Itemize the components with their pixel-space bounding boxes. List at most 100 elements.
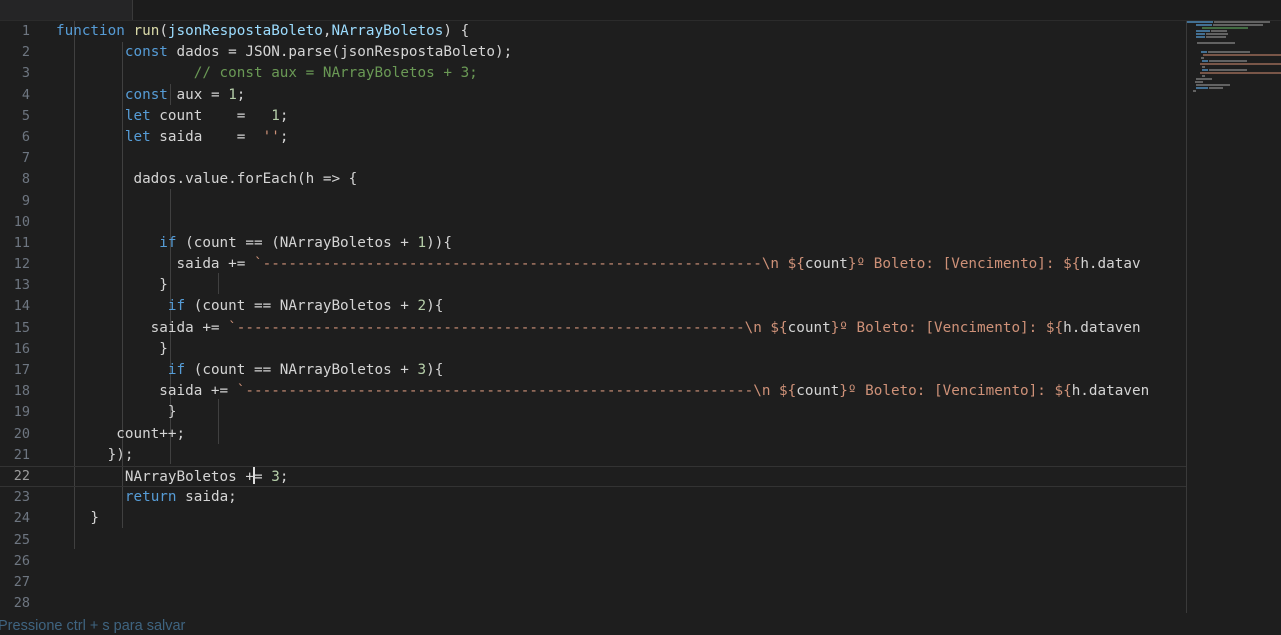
- line-number: 25: [13, 531, 30, 548]
- code-line[interactable]: 27: [0, 572, 1187, 593]
- line-content[interactable]: }: [56, 275, 168, 296]
- code-token: saida +=: [56, 383, 237, 400]
- code-surface[interactable]: 1 function run(jsonRespostaBoleto,NArrayB…: [0, 21, 1187, 613]
- line-content[interactable]: }: [56, 402, 177, 423]
- code-token: run: [133, 23, 160, 39]
- code-token: (count == NArrayBoletos +: [185, 298, 418, 315]
- code-line[interactable]: 10: [0, 212, 1187, 233]
- code-line[interactable]: 12 saida += `---------------------------…: [0, 254, 1187, 275]
- minimap-segment: [1187, 30, 1195, 32]
- code-line[interactable]: 28: [0, 593, 1187, 613]
- minimap-segment: [1187, 27, 1201, 29]
- line-content[interactable]: const dados = JSON.parse(jsonRespostaBol…: [56, 42, 512, 63]
- code-line[interactable]: 14 if (count == NArrayBoletos + 2){: [0, 296, 1187, 317]
- code-token: ;: [279, 468, 289, 485]
- code-line[interactable]: 7: [0, 148, 1187, 169]
- code-line[interactable]: 6 let saida = '';: [0, 127, 1187, 148]
- code-token: 3: [417, 362, 427, 378]
- minimap-segment: [1187, 33, 1195, 35]
- line-content[interactable]: if (count == NArrayBoletos + 3){: [56, 360, 443, 381]
- code-line[interactable]: 9: [0, 191, 1187, 212]
- minimap[interactable]: [1186, 21, 1281, 613]
- code-lines[interactable]: 1 function run(jsonRespostaBoleto,NArrayB…: [0, 21, 1187, 613]
- code-line[interactable]: 20 count++;: [0, 424, 1187, 445]
- code-editor[interactable]: 1 function run(jsonRespostaBoleto,NArrayB…: [0, 21, 1281, 613]
- line-content[interactable]: }: [56, 339, 168, 360]
- code-line[interactable]: 18 saida += `---------------------------…: [0, 381, 1187, 402]
- code-token: count =: [150, 107, 272, 124]
- code-token: if: [167, 298, 186, 315]
- line-number: 9: [21, 192, 30, 209]
- code-line[interactable]: 16 }: [0, 339, 1187, 360]
- minimap-segment: [1187, 21, 1213, 23]
- code-line[interactable]: 17 if (count == NArrayBoletos + 3){: [0, 360, 1187, 381]
- line-content[interactable]: }: [56, 508, 99, 529]
- line-content[interactable]: let saida = '';: [56, 127, 289, 148]
- code-token: aux =: [167, 86, 229, 103]
- code-token: 1: [271, 107, 280, 124]
- minimap-segment: [1187, 84, 1195, 86]
- line-content[interactable]: });: [56, 445, 134, 466]
- minimap-segment: [1203, 54, 1281, 56]
- code-token: NArrayBoletos: [331, 23, 444, 39]
- code-line[interactable]: 11 if (count == (NArrayBoletos + 1)){: [0, 233, 1187, 254]
- line-content[interactable]: if (count == (NArrayBoletos + 1)){: [56, 233, 452, 254]
- minimap-segment: [1211, 30, 1227, 32]
- code-line[interactable]: 19 }: [0, 402, 1187, 423]
- line-content[interactable]: count++;: [56, 424, 185, 445]
- minimap-segment: [1196, 84, 1230, 86]
- code-line[interactable]: 23 return saida;: [0, 487, 1187, 508]
- line-content[interactable]: saida += `------------------------------…: [56, 381, 1149, 402]
- code-token: count: [796, 383, 840, 400]
- tab-slot[interactable]: [0, 0, 133, 20]
- code-line[interactable]: 22 NArrayBoletos += 3;: [0, 465, 1187, 488]
- line-content[interactable]: saida += `------------------------------…: [56, 254, 1141, 275]
- minimap-segment: [1214, 21, 1270, 23]
- line-content[interactable]: function run(jsonRespostaBoleto,NArrayBo…: [56, 21, 469, 42]
- code-line[interactable]: 13 }: [0, 275, 1187, 296]
- minimap-segment: [1202, 60, 1208, 62]
- minimap-segment: [1187, 72, 1199, 74]
- code-line[interactable]: 25: [0, 530, 1187, 551]
- code-token: h.datav: [1080, 256, 1141, 273]
- code-token: count++;: [56, 425, 186, 442]
- code-line[interactable]: 15 saida += `---------------------------…: [0, 318, 1187, 339]
- line-number: 23: [13, 489, 30, 506]
- line-number: 6: [21, 128, 30, 145]
- minimap-segment: [1196, 36, 1205, 38]
- line-content[interactable]: saida += `------------------------------…: [56, 318, 1141, 339]
- code-line[interactable]: 1 function run(jsonRespostaBoleto,NArrayB…: [0, 21, 1187, 42]
- line-content[interactable]: dados.value.forEach(h => {: [56, 169, 357, 190]
- code-token: saida +=: [56, 256, 254, 273]
- code-line[interactable]: 4 const aux = 1;: [0, 85, 1187, 106]
- line-number: 17: [13, 362, 30, 378]
- line-content[interactable]: if (count == NArrayBoletos + 2){: [56, 296, 443, 317]
- line-content[interactable]: let count = 1;: [56, 106, 289, 127]
- line-content[interactable]: NArrayBoletos += 3;: [56, 466, 289, 487]
- code-line[interactable]: 26: [0, 551, 1187, 572]
- code-token: jsonRespostaBoleto: [167, 23, 323, 39]
- line-number: 18: [13, 383, 30, 400]
- tab-bar: [0, 0, 1281, 21]
- code-line[interactable]: 24 }: [0, 508, 1187, 529]
- minimap-segment: [1208, 51, 1250, 53]
- minimap-segment: [1200, 72, 1281, 74]
- minimap-segment: [1187, 90, 1192, 92]
- line-content[interactable]: const aux = 1;: [56, 85, 246, 106]
- minimap-segment: [1187, 69, 1201, 71]
- line-number: 8: [21, 171, 30, 188]
- code-line[interactable]: 3 // const aux = NArrayBoletos + 3;: [0, 63, 1187, 84]
- code-line[interactable]: 8 dados.value.forEach(h => {: [0, 169, 1187, 190]
- code-line[interactable]: 2 const dados = JSON.parse(jsonRespostaB…: [0, 42, 1187, 63]
- line-number: 13: [13, 277, 30, 294]
- code-token: (count == (NArrayBoletos +: [176, 234, 418, 251]
- line-content[interactable]: // const aux = NArrayBoletos + 3;: [56, 63, 478, 84]
- code-token: 2: [417, 298, 427, 315]
- minimap-segment: [1187, 36, 1195, 38]
- line-content[interactable]: return saida;: [56, 487, 237, 508]
- code-line[interactable]: 21 });: [0, 445, 1187, 466]
- code-line[interactable]: 5 let count = 1;: [0, 106, 1187, 127]
- code-token: `---------------------------------------…: [236, 383, 797, 400]
